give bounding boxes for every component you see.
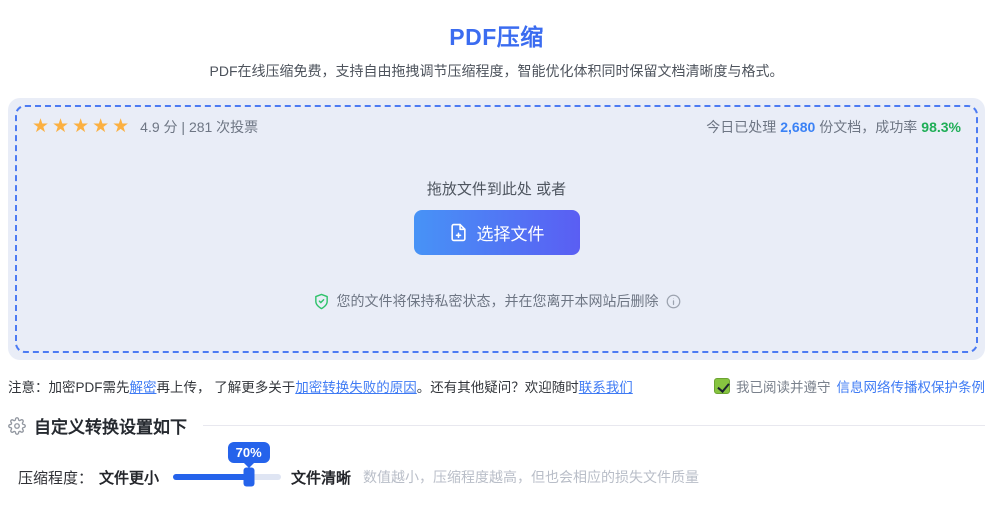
gear-icon xyxy=(8,416,26,435)
agreement-label: 我已阅读并遵守 xyxy=(736,380,831,395)
rating-text: 4.9 分 | 281 次投票 xyxy=(140,118,259,135)
notice-part1: 注意：加密PDF需先 xyxy=(8,380,130,395)
compression-label: 压缩程度： xyxy=(18,469,94,487)
file-dropzone[interactable]: ★★★★★ 4.9 分 | 281 次投票 今日已处理 2,680 份文档，成功率 9… xyxy=(8,98,985,360)
page-subtitle: PDF在线压缩免费，支持自由拖拽调节压缩程度，智能优化体积同时保留文档清晰度与格… xyxy=(209,63,784,79)
stats-middle: 份文档，成功率 xyxy=(819,118,918,135)
fail-reason-link[interactable]: 加密转换失败的原因 xyxy=(295,380,417,395)
select-file-button-label: 选择文件 xyxy=(476,225,545,244)
slider-max-label: 文件清晰 xyxy=(291,469,352,487)
privacy-note-row: 您的文件将保持私密状态，并在您离开本网站后删除 xyxy=(8,291,985,311)
heading-divider xyxy=(203,425,985,426)
settings-heading: 自定义转换设置如下 xyxy=(34,418,187,437)
notice-part2: 再上传， 了解更多关于 xyxy=(156,380,296,395)
notice-row: 注意：加密PDF需先解密再上传， 了解更多关于加密转换失败的原因。还有其他疑问？… xyxy=(8,376,985,396)
slider-hint-text: 数值越小，压缩程度越高，但也会相应的损失文件质量 xyxy=(363,469,700,485)
rating-block: ★★★★★ 4.9 分 | 281 次投票 xyxy=(32,115,258,138)
notice-part3: 。还有其他疑问？欢迎随时 xyxy=(416,380,579,395)
slider-handle[interactable] xyxy=(243,467,255,487)
settings-heading-row: 自定义转换设置如下 xyxy=(8,413,985,438)
page-title: PDF压缩 xyxy=(449,24,544,50)
regulation-link[interactable]: 信息网络传播权保护条例 xyxy=(837,376,986,396)
stats-prefix: 今日已处理 xyxy=(706,118,777,135)
processed-count: 2,680 xyxy=(780,118,816,135)
info-icon[interactable] xyxy=(666,294,681,309)
privacy-note-text: 您的文件将保持私密状态，并在您离开本网站后删除 xyxy=(336,293,659,309)
shield-check-icon xyxy=(313,293,330,310)
pdf-compress-page: PDF压缩 PDF在线压缩免费，支持自由拖拽调节压缩程度，智能优化体积同时保留文… xyxy=(0,0,993,506)
slider-value-tooltip: 70% xyxy=(227,442,270,463)
agreement-checkbox-checked[interactable] xyxy=(714,378,730,394)
file-plus-icon xyxy=(449,223,468,242)
slider-min-label: 文件更小 xyxy=(99,469,160,487)
drop-files-hint: 拖放文件到此处 或者 xyxy=(426,181,567,198)
decrypt-link[interactable]: 解密 xyxy=(130,380,157,395)
success-rate: 98.3% xyxy=(921,118,961,135)
slider-fill xyxy=(173,474,249,480)
select-file-button[interactable]: 选择文件 xyxy=(413,210,580,255)
compression-slider-row: 压缩程度： 文件更小 70% 文件清晰 数值越小，压缩程度越高，但也会相应的损失… xyxy=(18,442,985,491)
star-rating-icons: ★★★★★ xyxy=(32,116,133,137)
dropzone-stats-row: ★★★★★ 4.9 分 | 281 次投票 今日已处理 2,680 份文档，成功率 9… xyxy=(32,115,961,138)
agreement-group: 我已阅读并遵守 信息网络传播权保护条例 xyxy=(714,376,985,396)
notice-text: 注意：加密PDF需先解密再上传， 了解更多关于加密转换失败的原因。还有其他疑问？… xyxy=(8,376,633,396)
contact-us-link[interactable]: 联系我们 xyxy=(579,380,633,395)
daily-stats: 今日已处理 2,680 份文档，成功率 98.3% xyxy=(706,117,961,137)
compression-slider[interactable]: 70% xyxy=(173,442,282,487)
